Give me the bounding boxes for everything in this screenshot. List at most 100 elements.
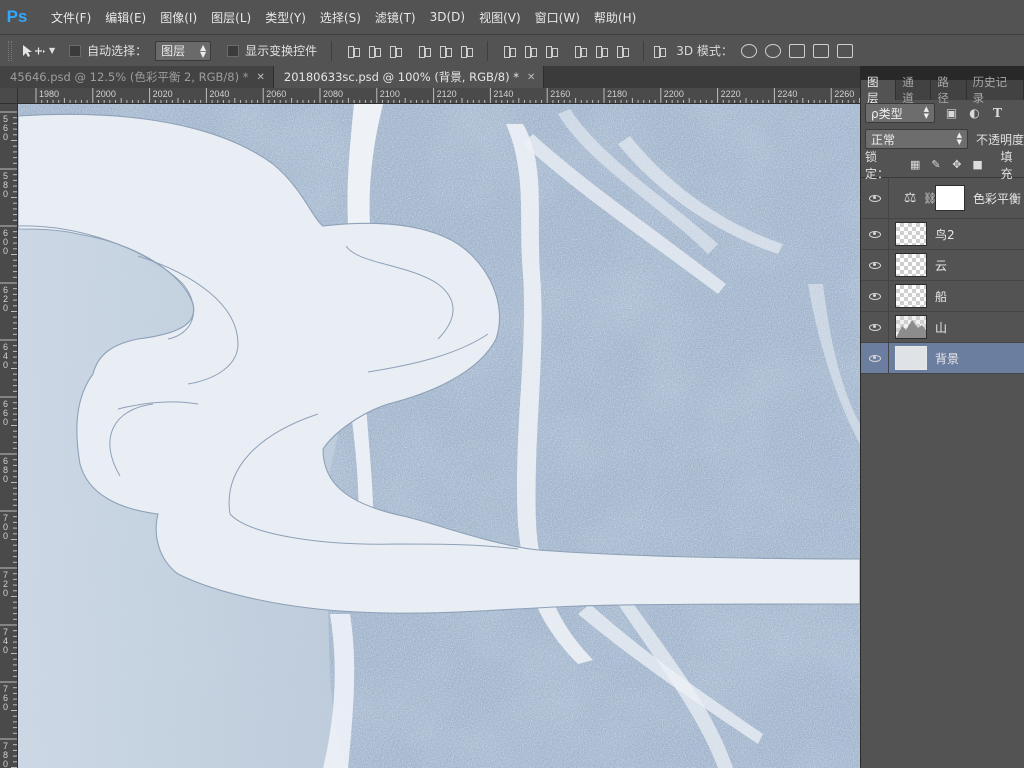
layers-list: ⚖ ⛓ 色彩平衡 鸟2 云 船 山 背景: [861, 178, 1024, 374]
show-transform-checkbox[interactable]: [227, 44, 240, 57]
layer-thumbnail: [895, 315, 927, 339]
auto-select-dropdown[interactable]: 图层 ▲ ▼: [155, 40, 212, 61]
ruler-label-digit: 0: [3, 246, 8, 256]
menu-image[interactable]: 图像(I): [153, 9, 204, 26]
distribute-bottom-icon[interactable]: [544, 44, 559, 58]
camera-3d-icon[interactable]: [836, 43, 853, 58]
menu-help[interactable]: 帮助(H): [587, 9, 643, 26]
photoshop-logo[interactable]: Ps: [0, 0, 34, 34]
menu-file[interactable]: 文件(F): [44, 9, 98, 26]
auto-align-icon[interactable]: [652, 44, 667, 58]
visibility-toggle[interactable]: [861, 250, 889, 280]
visibility-toggle[interactable]: [861, 219, 889, 249]
blend-mode-dropdown[interactable]: 正常 ▲ ▼: [865, 129, 968, 149]
image-filter-icon[interactable]: ▣: [945, 106, 958, 120]
document-tabs: 45646.psd @ 12.5% (色彩平衡 2, RGB/8) * ✕ 20…: [0, 66, 860, 88]
layer-filter-dropdown[interactable]: ρ类型 ▲ ▼: [865, 103, 935, 123]
align-right-icon[interactable]: [459, 44, 474, 58]
ruler-ticks: 560580600620640660680700720740760780: [0, 111, 17, 768]
ruler-label-digit: 0: [3, 360, 8, 370]
tab-document-2[interactable]: 20180633sc.psd @ 100% (背景, RGB/8) * ✕: [273, 66, 545, 88]
ruler-label: 2220: [721, 89, 741, 99]
balance-scale-icon: ⚖: [903, 190, 917, 206]
menu-bar: Ps 文件(F) 编辑(E) 图像(I) 图层(L) 类型(Y) 选择(S) 滤…: [0, 0, 1024, 34]
lock-all-icon[interactable]: ■: [972, 158, 984, 171]
distribute-hcenter-icon[interactable]: [594, 44, 609, 58]
align-hcenter-icon[interactable]: [438, 44, 453, 58]
ruler-vertical[interactable]: 560580600620640660680700720740760780: [0, 104, 18, 768]
align-left-icon[interactable]: [417, 44, 432, 58]
eye-icon: [868, 292, 881, 300]
close-icon[interactable]: ✕: [256, 72, 264, 83]
move-tool-preset[interactable]: ▼: [20, 43, 55, 59]
menu-type[interactable]: 类型(Y): [258, 9, 313, 26]
adjustment-filter-icon[interactable]: ◐: [968, 106, 981, 120]
ruler-label-digit: 0: [3, 759, 8, 768]
layer-row-color-balance[interactable]: ⚖ ⛓ 色彩平衡: [861, 178, 1024, 219]
layer-row-cloud[interactable]: 云: [861, 250, 1024, 281]
visibility-toggle[interactable]: [861, 178, 889, 218]
ruler-label-digit: 0: [3, 645, 8, 655]
eye-icon: [868, 194, 881, 202]
layer-thumbnail: [895, 253, 927, 277]
ruler-origin[interactable]: [0, 88, 18, 104]
menu-window[interactable]: 窗口(W): [528, 9, 587, 26]
menu-edit[interactable]: 编辑(E): [98, 9, 153, 26]
roll-3d-icon[interactable]: [764, 43, 781, 58]
eye-icon: [868, 261, 881, 269]
orbit-3d-icon[interactable]: [740, 43, 757, 58]
pan-3d-icon[interactable]: [788, 43, 805, 58]
layer-row-background[interactable]: 背景: [861, 343, 1024, 374]
align-top-icon[interactable]: [346, 44, 361, 58]
chain-link-icon[interactable]: ⛓: [923, 192, 937, 205]
tab-paths[interactable]: 路径: [931, 75, 967, 105]
ruler-horizontal[interactable]: 1980 2000 2020 2040 2060 2080 2100 2120 2140 2160…: [18, 88, 860, 104]
visibility-toggle[interactable]: [861, 281, 889, 311]
menu-layer[interactable]: 图层(L): [204, 9, 258, 26]
menu-filter[interactable]: 滤镜(T): [368, 9, 423, 26]
ruler-label: 2080: [323, 89, 343, 99]
tab-layers[interactable]: 图层: [861, 75, 897, 105]
visibility-toggle[interactable]: [861, 312, 889, 342]
menu-view[interactable]: 视图(V): [472, 9, 528, 26]
lock-transparency-icon[interactable]: ▦: [909, 158, 921, 171]
visibility-toggle[interactable]: [861, 343, 889, 373]
type-filter-icon[interactable]: T: [991, 106, 1004, 120]
layer-name: 色彩平衡: [973, 191, 1022, 206]
document-canvas[interactable]: [18, 104, 860, 768]
layer-row-bird2[interactable]: 鸟2: [861, 219, 1024, 250]
close-icon[interactable]: ✕: [527, 72, 535, 83]
tab-channels[interactable]: 通道: [896, 75, 932, 105]
options-bar: ▼ 自动选择： 图层 ▲ ▼ 显示变换控件 3D 模式：: [0, 34, 1024, 66]
distribute-right-icon[interactable]: [615, 44, 630, 58]
layer-row-boat[interactable]: 船: [861, 281, 1024, 312]
tab-history[interactable]: 历史记录: [967, 75, 1024, 105]
menu-3d[interactable]: 3D(D): [423, 10, 472, 24]
layer-mask-thumbnail[interactable]: [935, 185, 965, 211]
ruler-label: 1980: [39, 89, 59, 99]
divider: [331, 40, 333, 61]
align-buttons: [346, 44, 474, 58]
updown-arrows-icon: ▲ ▼: [200, 42, 207, 59]
distribute-top-icon[interactable]: [502, 44, 517, 58]
align-bottom-icon[interactable]: [388, 44, 403, 58]
distribute-left-icon[interactable]: [573, 44, 588, 58]
lock-paint-icon[interactable]: ✎: [930, 158, 942, 171]
slide-3d-icon[interactable]: [812, 43, 829, 58]
distribute-vcenter-icon[interactable]: [523, 44, 538, 58]
ruler-label-digit: 0: [3, 189, 8, 199]
options-bar-grip[interactable]: [8, 40, 12, 61]
ruler-label: 2180: [607, 89, 627, 99]
ruler-label: 2200: [664, 89, 684, 99]
auto-select-label: 自动选择：: [87, 44, 148, 58]
lock-position-icon[interactable]: ✥: [951, 158, 963, 171]
auto-select-checkbox[interactable]: [69, 44, 82, 57]
ruler-label: 2160: [550, 89, 570, 99]
divider: [487, 40, 489, 61]
align-vcenter-icon[interactable]: [367, 44, 382, 58]
eye-icon: [868, 230, 881, 238]
tab-document-1[interactable]: 45646.psd @ 12.5% (色彩平衡 2, RGB/8) * ✕: [0, 66, 274, 88]
menu-select[interactable]: 选择(S): [313, 9, 368, 26]
layer-row-mountain[interactable]: 山: [861, 312, 1024, 343]
ruler-ticks: 1980 2000 2020 2040 2060 2080 2100 2120 2140 2160…: [35, 88, 860, 103]
